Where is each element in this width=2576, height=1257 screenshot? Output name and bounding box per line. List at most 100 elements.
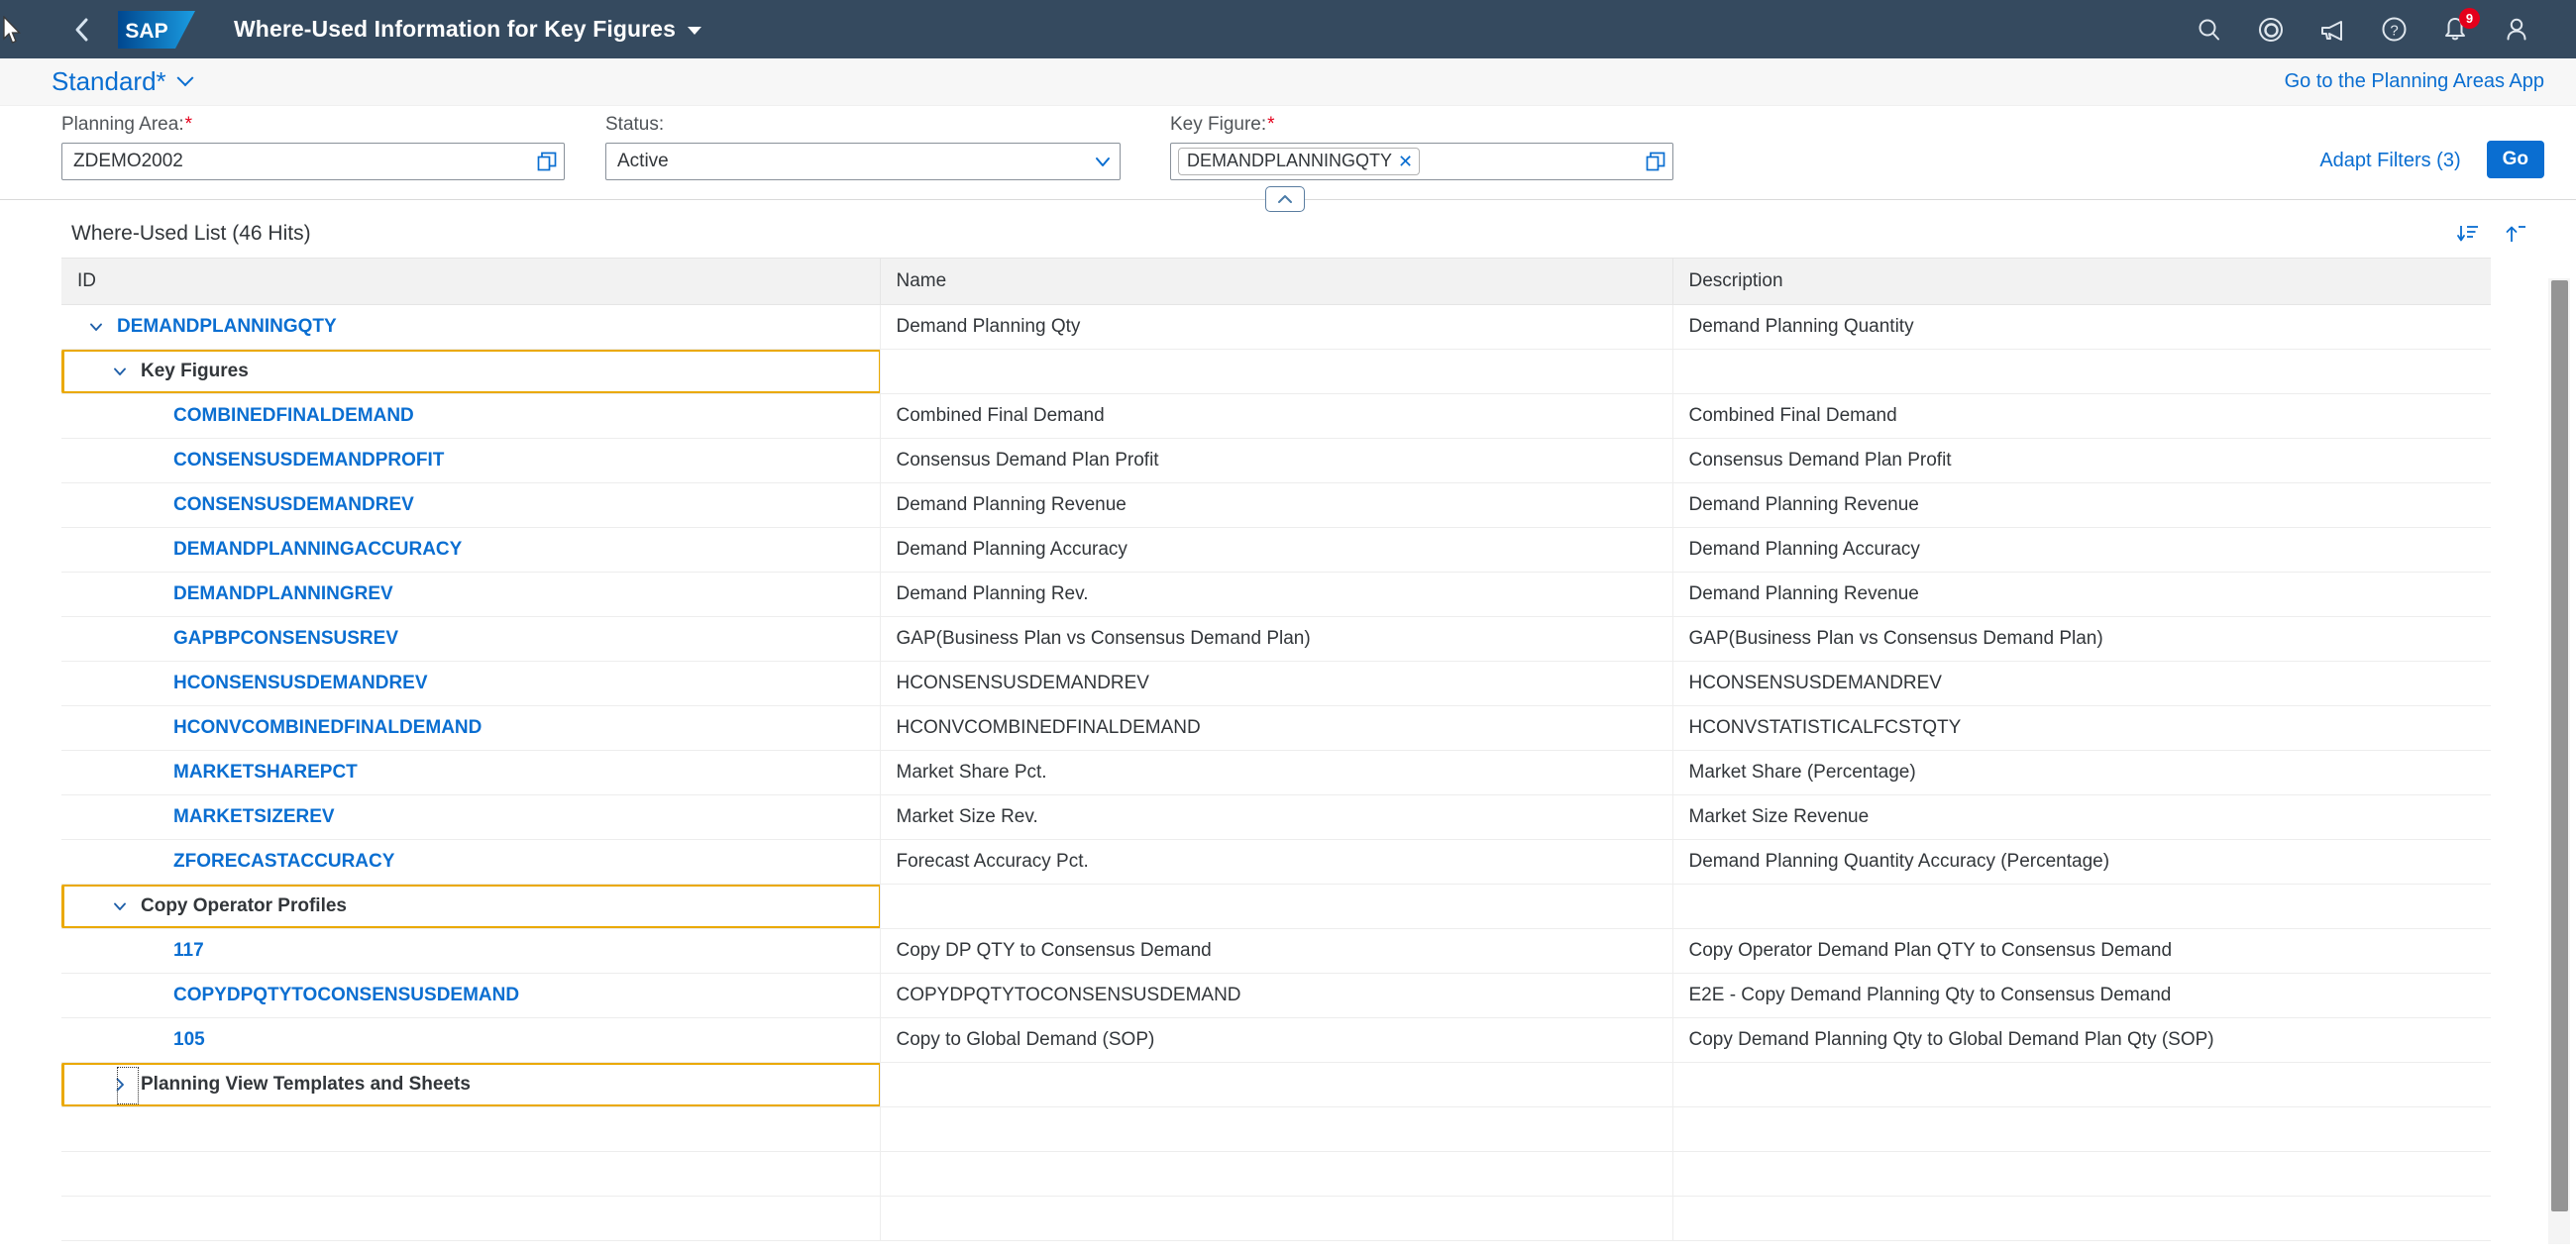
id-cell-content: COPYDPQTYTOCONSENSUSDEMAND [77,985,880,1006]
table-row[interactable]: COPYDPQTYTOCONSENSUSDEMANDCOPYDPQTYTOCON… [61,974,2491,1018]
cell-name: Copy DP QTY to Consensus Demand [880,929,1672,974]
id-link[interactable]: COPYDPQTYTOCONSENSUSDEMAND [173,985,519,1006]
adapt-filters-button[interactable]: Adapt Filters (3) [2319,150,2460,172]
cell-description: Copy Operator Demand Plan QTY to Consens… [1672,929,2491,974]
scrollbar-thumb[interactable] [2551,280,2568,1211]
table-row[interactable]: Key Figures [61,350,2491,394]
chevron-up-icon [1275,192,1295,206]
table-title: Where-Used List (46 Hits) [71,222,311,246]
key-figure-filter: Key Figure:* DEMANDPLANNINGQTY ✕ [1170,114,1673,180]
id-link[interactable]: 117 [173,940,204,962]
mouse-cursor-icon [2,16,24,46]
chevron-down-icon [176,69,193,86]
column-header-id[interactable]: ID [61,259,880,305]
help-icon[interactable]: ? [2376,12,2412,48]
sort-descending-icon[interactable] [2447,213,2489,255]
app-title[interactable]: Where-Used Information for Key Figures [234,16,701,43]
value-help-icon[interactable] [530,144,564,179]
table-row[interactable]: HCONSENSUSDEMANDREVHCONSENSUSDEMANDREVHC… [61,662,2491,706]
chevron-left-icon [73,16,91,44]
cell-id: DEMANDPLANNINGREV [61,573,880,617]
column-header-description[interactable]: Description [1672,259,2491,305]
id-link[interactable]: DEMANDPLANNINGQTY [117,316,337,338]
cell-id: 105 [61,1018,880,1063]
chevron-down-icon[interactable] [107,893,133,919]
variant-selector[interactable]: Standard* [52,66,191,97]
table-row[interactable]: GAPBPCONSENSUSREVGAP(Business Plan vs Co… [61,617,2491,662]
cell-name: Consensus Demand Plan Profit [880,439,1672,483]
id-cell-content: 117 [77,940,880,962]
id-link[interactable]: GAPBPCONSENSUSREV [173,628,398,650]
id-cell-content: CONSENSUSDEMANDPROFIT [77,450,880,471]
table-row[interactable]: ZFORECASTACCURACYForecast Accuracy Pct.D… [61,840,2491,885]
table-row[interactable]: CONSENSUSDEMANDREVDemand Planning Revenu… [61,483,2491,528]
table-row[interactable]: COMBINEDFINALDEMANDCombined Final Demand… [61,394,2491,439]
id-link[interactable]: DEMANDPLANNINGREV [173,583,393,605]
table-row[interactable] [61,1107,2491,1152]
table-row[interactable] [61,1152,2491,1197]
shell-icon-group: ? 9 [2192,12,2558,48]
table-body: DEMANDPLANNINGQTYDemand Planning QtyDema… [61,305,2491,1241]
megaphone-icon[interactable] [2314,12,2350,48]
status-select[interactable]: Active [605,143,1121,180]
table-row[interactable]: CONSENSUSDEMANDPROFIT Consensus Demand Pl… [61,439,2491,483]
id-link[interactable]: MARKETSHAREPCT [173,762,358,784]
key-figure-label: Key Figure:* [1170,114,1673,136]
cell-name: HCONSENSUSDEMANDREV [880,662,1672,706]
chevron-down-icon[interactable] [107,359,133,384]
chevron-down-icon[interactable] [1086,144,1120,179]
id-cell-content: HCONVCOMBINEDFINALDEMAND [77,717,880,739]
target-icon[interactable] [2253,12,2289,48]
sap-logo: SAP [117,10,196,50]
user-avatar-icon[interactable] [2499,12,2534,48]
filter-bar-collapse-button[interactable] [1265,186,1305,212]
go-button[interactable]: Go [2487,141,2544,178]
id-link[interactable]: HCONVCOMBINEDFINALDEMAND [173,717,482,739]
variant-bar: Standard* Go to the Planning Areas App [0,58,2576,106]
cell-id: DEMANDPLANNINGACCURACY [61,528,880,573]
cell-id: Copy Operator Profiles [61,885,880,929]
cell-name [880,1152,1672,1197]
table-row[interactable]: DEMANDPLANNINGQTYDemand Planning QtyDema… [61,305,2491,350]
table-row[interactable]: MARKETSHAREPCTMarket Share Pct.Market Sh… [61,751,2491,795]
column-header-name[interactable]: Name [880,259,1672,305]
close-icon[interactable]: ✕ [1398,153,1413,170]
chevron-right-icon[interactable] [107,1072,133,1098]
id-link[interactable]: CONSENSUSDEMANDPROFIT [173,450,444,471]
id-link[interactable]: 105 [173,1029,205,1051]
cell-id: HCONSENSUSDEMANDREV [61,662,880,706]
table-row[interactable]: 105Copy to Global Demand (SOP)Copy Deman… [61,1018,2491,1063]
back-button[interactable] [57,8,107,52]
id-link[interactable]: HCONSENSUSDEMANDREV [173,673,428,694]
table-row[interactable]: DEMANDPLANNINGACCURACYDemand Planning Ac… [61,528,2491,573]
planning-area-input[interactable]: ZDEMO2002 [61,143,565,180]
table-row[interactable]: DEMANDPLANNINGREVDemand Planning Rev.Dem… [61,573,2491,617]
notification-badge: 9 [2459,8,2480,29]
table-row[interactable]: Planning View Templates and Sheets [61,1063,2491,1107]
svg-text:?: ? [2390,23,2398,40]
search-icon[interactable] [2192,12,2227,48]
id-link[interactable]: COMBINEDFINALDEMAND [173,405,414,427]
collapse-all-icon[interactable] [2495,213,2536,255]
id-link[interactable]: MARKETSIZEREV [173,806,335,828]
id-link[interactable]: DEMANDPLANNINGACCURACY [173,539,462,561]
table-row[interactable]: Copy Operator Profiles [61,885,2491,929]
table-row[interactable]: 117 Copy DP QTY to Consensus DemandCopy O… [61,929,2491,974]
table-row[interactable]: HCONVCOMBINEDFINALDEMANDHCONVCOMBINEDFIN… [61,706,2491,751]
id-link[interactable]: CONSENSUSDEMANDREV [173,494,414,516]
id-cell-content: CONSENSUSDEMANDREV [77,494,880,516]
bell-icon[interactable]: 9 [2437,12,2473,48]
value-help-icon[interactable] [1639,144,1672,179]
table-row[interactable] [61,1197,2491,1241]
key-figure-token[interactable]: DEMANDPLANNINGQTY ✕ [1178,148,1420,175]
chevron-down-icon [688,27,701,35]
shell-bar: SAP Where-Used Information for Key Figur… [0,0,2576,58]
go-to-planning-areas-link[interactable]: Go to the Planning Areas App [2285,70,2544,93]
id-link[interactable]: ZFORECASTACCURACY [173,851,394,873]
key-figure-multi-input[interactable]: DEMANDPLANNINGQTY ✕ [1170,143,1673,180]
cell-name [880,1197,1672,1241]
chevron-down-icon[interactable] [83,314,109,340]
vertical-scrollbar[interactable] [2548,278,2570,1244]
key-figure-token-text: DEMANDPLANNINGQTY [1187,151,1392,171]
table-row[interactable]: MARKETSIZEREVMarket Size Rev.Market Size… [61,795,2491,840]
